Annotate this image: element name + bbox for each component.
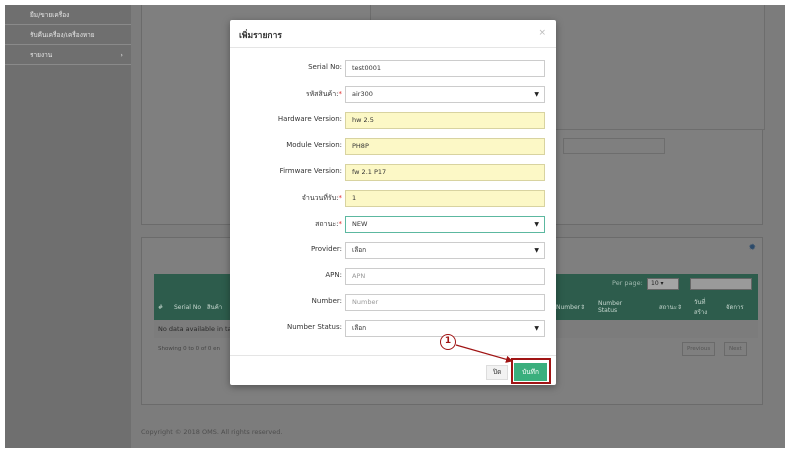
footer-copyright: Copyright © 2018 OMS. All rights reserve… — [141, 428, 283, 436]
received-qty-row: จำนวนที่รับ:* 1 — [230, 190, 556, 208]
module-version-input[interactable]: PH8P — [345, 138, 545, 155]
apn-input[interactable]: APN — [345, 268, 545, 285]
next-button[interactable]: Next — [724, 342, 747, 356]
status-label: สถานะ:* — [315, 220, 342, 228]
serial-no-input[interactable]: test0001 — [345, 60, 545, 77]
chevron-right-icon: › — [120, 51, 123, 59]
column-header-number[interactable]: Number ⇕ — [556, 294, 585, 320]
apn-label: APN: — [325, 271, 342, 279]
firmware-version-label: Firmware Version: — [279, 167, 342, 175]
sidebar-item-return[interactable]: รับคืนเครื่อง/เครื่องหาย — [5, 25, 131, 45]
number-row: Number: Number — [230, 294, 556, 312]
column-header-index: # — [158, 303, 164, 311]
serial-no-row: Serial No: test0001 — [230, 60, 556, 78]
column-header-product[interactable]: สินค้า — [207, 294, 222, 320]
column-header-serial[interactable]: Serial No — [174, 294, 202, 320]
modal-title: เพิ่มรายการ — [239, 31, 282, 41]
number-status-row: Number Status: เลือก ▼ — [230, 320, 556, 338]
provider-label: Provider: — [310, 245, 342, 253]
previous-button[interactable]: Previous — [682, 342, 716, 356]
firmware-version-row: Firmware Version: fw 2.1 P17 — [230, 164, 556, 182]
product-code-select[interactable]: air300 ▼ — [345, 86, 545, 103]
number-label: Number: — [311, 297, 342, 305]
sidebar-item-label: รายงาน — [30, 51, 53, 59]
step-number-badge: 1 — [440, 334, 456, 350]
apn-row: APN: APN — [230, 268, 556, 286]
firmware-version-input[interactable]: fw 2.1 P17 — [345, 164, 545, 181]
table-search-input[interactable] — [690, 278, 752, 290]
sidebar: ยืม/ขายเครื่อง รับคืนเครื่อง/เครื่องหาย … — [5, 5, 131, 448]
background-field — [563, 138, 665, 154]
table-info: Showing 0 to 0 of 0 en — [158, 346, 221, 352]
received-qty-label: จำนวนที่รับ:* — [301, 194, 342, 202]
column-header-number-status[interactable]: Number Status — [598, 294, 638, 320]
status-row: สถานะ:* NEW ▼ — [230, 216, 556, 234]
chevron-down-icon: ▼ — [534, 325, 539, 332]
sidebar-item-borrow[interactable]: ยืม/ขายเครื่อง — [5, 5, 131, 25]
modal-header: เพิ่มรายการ × — [230, 20, 556, 48]
chevron-down-icon: ▼ — [534, 221, 539, 228]
sidebar-item-report[interactable]: รายงาน › — [5, 45, 131, 65]
close-icon[interactable]: × — [538, 28, 546, 38]
column-header-status[interactable]: สถานะ ⇕ — [659, 294, 682, 320]
provider-select[interactable]: เลือก ▼ — [345, 242, 545, 259]
column-header-created[interactable]: วันที่ สร้าง — [694, 294, 718, 320]
column-header-manage: จัดการ — [726, 304, 744, 311]
gear-icon[interactable]: ✹ — [748, 243, 756, 253]
sidebar-item-label: รับคืนเครื่อง/เครื่องหาย — [30, 31, 95, 39]
received-qty-input[interactable]: 1 — [345, 190, 545, 207]
sidebar-item-label: ยืม/ขายเครื่อง — [30, 11, 70, 19]
product-code-label: รหัสสินค้า:* — [305, 90, 342, 98]
module-version-row: Module Version: PH8P — [230, 138, 556, 156]
product-code-row: รหัสสินค้า:* air300 ▼ — [230, 86, 556, 104]
hardware-version-label: Hardware Version: — [277, 115, 342, 123]
provider-row: Provider: เลือก ▼ — [230, 242, 556, 260]
hardware-version-row: Hardware Version: hw 2.5 — [230, 112, 556, 130]
chevron-down-icon: ▼ — [534, 247, 539, 254]
add-item-modal: เพิ่มรายการ × Serial No: test0001 รหัสสิ… — [230, 20, 556, 385]
serial-no-label: Serial No: — [308, 63, 342, 71]
per-page-label: Per page: — [612, 279, 643, 287]
save-highlight-box — [511, 358, 551, 384]
chevron-down-icon: ▼ — [534, 91, 539, 98]
status-select[interactable]: NEW ▼ — [345, 216, 545, 233]
close-button[interactable]: ปิด — [486, 365, 509, 380]
number-input[interactable]: Number — [345, 294, 545, 311]
per-page-select[interactable]: 10 ▾ — [647, 278, 679, 290]
number-status-label: Number Status: — [286, 323, 342, 331]
module-version-label: Module Version: — [286, 141, 342, 149]
modal-footer: ปิด บันทึก — [230, 355, 556, 385]
hardware-version-input[interactable]: hw 2.5 — [345, 112, 545, 129]
